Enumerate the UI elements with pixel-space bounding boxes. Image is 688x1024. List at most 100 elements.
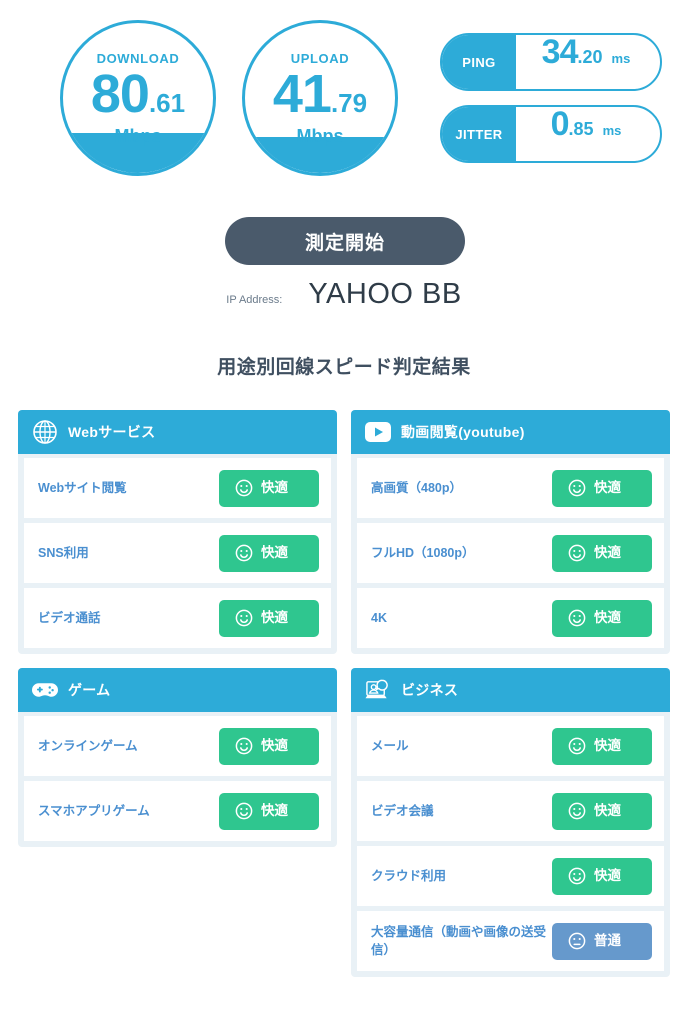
smile-icon <box>235 802 253 820</box>
verdict-badge[interactable]: 快適 <box>552 727 652 765</box>
start-measurement-button[interactable]: 測定開始 <box>225 217 465 265</box>
ip-address-value: YAHOO BB <box>308 278 462 310</box>
usage-card-title: ビジネス <box>401 682 459 698</box>
download-label: DOWNLOAD <box>96 50 180 66</box>
upload-value: 41 .79 <box>273 67 367 121</box>
usage-card: Webサービス Webサイト閲覧 快適 SNS利用 快適 ビデオ通話 快適 <box>18 410 337 654</box>
verdict-badge-label: 快適 <box>261 610 288 626</box>
smile-icon <box>568 609 586 627</box>
download-gauge-content: DOWNLOAD 80 .61 Mbps <box>63 23 213 173</box>
verdict-badge-label: 快適 <box>594 480 621 496</box>
verdict-badge-label: 快適 <box>261 738 288 754</box>
usage-row-label: オンラインゲーム <box>38 738 138 753</box>
usage-card: ビジネス メール 快適 ビデオ会議 快適 クラウド利用 快適 大容量通信（動画や画像の送受信）… <box>351 668 670 977</box>
usage-card-header: Webサービス <box>18 410 337 454</box>
verdict-badge[interactable]: 快適 <box>552 857 652 895</box>
verdict-badge[interactable]: 快適 <box>552 599 652 637</box>
ping-value: 34 .20 ms <box>516 35 660 89</box>
verdict-badge[interactable]: 快適 <box>219 599 319 637</box>
usage-row: SNS利用 快適 <box>24 523 331 583</box>
smile-icon <box>235 737 253 755</box>
upload-unit: Mbps <box>296 125 344 146</box>
usage-card-title: Webサービス <box>68 424 156 440</box>
verdict-badge[interactable]: 快適 <box>552 792 652 830</box>
globe-icon <box>32 419 58 445</box>
smile-icon <box>568 802 586 820</box>
usage-row: 高画質（480p） 快適 <box>357 458 664 518</box>
usage-card-rows: オンラインゲーム 快適 スマホアプリゲーム 快適 <box>18 712 337 847</box>
ip-address-caption: IP Address: <box>226 294 283 306</box>
smile-icon <box>568 737 586 755</box>
verdict-badge-label: 快適 <box>594 610 621 626</box>
usage-row-label: 4K <box>371 610 387 625</box>
usage-card-header: ビジネス <box>351 668 670 712</box>
usage-row: フルHD（1080p） 快適 <box>357 523 664 583</box>
jitter-value-int: 0 <box>550 105 570 143</box>
usage-row: スマホアプリゲーム 快適 <box>24 781 331 841</box>
smile-icon <box>235 479 253 497</box>
upload-value-dec: .79 <box>330 87 368 118</box>
jitter-unit: ms <box>602 123 622 138</box>
upload-label: UPLOAD <box>290 50 350 66</box>
usage-card-rows: 高画質（480p） 快適 フルHD（1080p） 快適 4K 快適 <box>351 454 670 654</box>
usage-row-label: スマホアプリゲーム <box>38 803 150 818</box>
usage-card-header: 動画閲覧(youtube) <box>351 410 670 454</box>
verdict-badge[interactable]: 快適 <box>219 727 319 765</box>
upload-gauge: UPLOAD 41 .79 Mbps <box>242 20 398 176</box>
usage-card-rows: Webサイト閲覧 快適 SNS利用 快適 ビデオ通話 快適 <box>18 454 337 654</box>
jitter-metric: JITTER 0 .85 ms <box>440 105 662 163</box>
usage-card-header: ゲーム <box>18 668 337 712</box>
usage-row: Webサイト閲覧 快適 <box>24 458 331 518</box>
video-conference-icon <box>365 677 391 703</box>
jitter-label: JITTER <box>442 107 516 161</box>
usage-card: 動画閲覧(youtube) 高画質（480p） 快適 フルHD（1080p） 快適 4K 快… <box>351 410 670 654</box>
usage-row-label: メール <box>371 738 409 753</box>
usage-row-label: Webサイト閲覧 <box>38 480 127 495</box>
usage-card-title: 動画閲覧(youtube) <box>401 424 525 440</box>
ping-metric: PING 34 .20 ms <box>440 33 662 91</box>
gamepad-icon <box>32 677 58 703</box>
upload-gauge-content: UPLOAD 41 .79 Mbps <box>245 23 395 173</box>
verdict-badge-label: 快適 <box>261 803 288 819</box>
smile-icon <box>568 544 586 562</box>
download-value: 80 .61 <box>91 67 185 121</box>
verdict-badge-label: 快適 <box>594 868 621 884</box>
ping-value-int: 34 <box>541 33 579 71</box>
usage-row-label: ビデオ会議 <box>371 803 434 818</box>
ip-address-row: IP Address: YAHOO BB <box>0 278 688 311</box>
usage-results-grid: Webサービス Webサイト閲覧 快適 SNS利用 快適 ビデオ通話 快適 動画閲覧(yout… <box>18 410 670 977</box>
usage-row-label: 高画質（480p） <box>371 480 462 495</box>
verdict-badge[interactable]: 快適 <box>552 534 652 572</box>
usage-row: 大容量通信（動画や画像の送受信） 普通 <box>357 911 664 971</box>
verdict-badge[interactable]: 快適 <box>219 469 319 507</box>
smile-icon <box>568 867 586 885</box>
download-value-int: 80 <box>90 63 150 124</box>
usage-card-title: ゲーム <box>68 682 111 698</box>
verdict-badge[interactable]: 快適 <box>219 534 319 572</box>
verdict-badge-label: 快適 <box>261 480 288 496</box>
ping-value-dec: .20 <box>577 47 603 67</box>
usage-row: クラウド利用 快適 <box>357 846 664 906</box>
usage-row: オンラインゲーム 快適 <box>24 716 331 776</box>
jitter-value: 0 .85 ms <box>516 107 660 161</box>
verdict-badge-label: 快適 <box>594 803 621 819</box>
usage-row: ビデオ通話 快適 <box>24 588 331 648</box>
jitter-value-dec: .85 <box>568 119 594 139</box>
usage-card: ゲーム オンラインゲーム 快適 スマホアプリゲーム 快適 <box>18 668 337 847</box>
results-section-title: 用途別回線スピード判定結果 <box>217 357 471 378</box>
verdict-badge[interactable]: 快適 <box>552 469 652 507</box>
upload-value-int: 41 <box>272 63 332 124</box>
download-gauge: DOWNLOAD 80 .61 Mbps <box>60 20 216 176</box>
usage-card-rows: メール 快適 ビデオ会議 快適 クラウド利用 快適 大容量通信（動画や画像の送受信） 普通 <box>351 712 670 977</box>
smile-icon <box>568 479 586 497</box>
ping-unit: ms <box>611 51 631 66</box>
verdict-badge[interactable]: 普通 <box>552 922 652 960</box>
verdict-badge[interactable]: 快適 <box>219 792 319 830</box>
neutral-icon <box>568 932 586 950</box>
usage-row: メール 快適 <box>357 716 664 776</box>
usage-row-label: クラウド利用 <box>371 868 447 883</box>
usage-row-label: 大容量通信（動画や画像の送受信） <box>371 924 547 957</box>
metrics-panel: DOWNLOAD 80 .61 Mbps UPLOAD 41 .79 Mbps … <box>0 0 688 192</box>
usage-row-label: ビデオ通話 <box>38 610 101 625</box>
usage-row-label: SNS利用 <box>38 545 89 560</box>
